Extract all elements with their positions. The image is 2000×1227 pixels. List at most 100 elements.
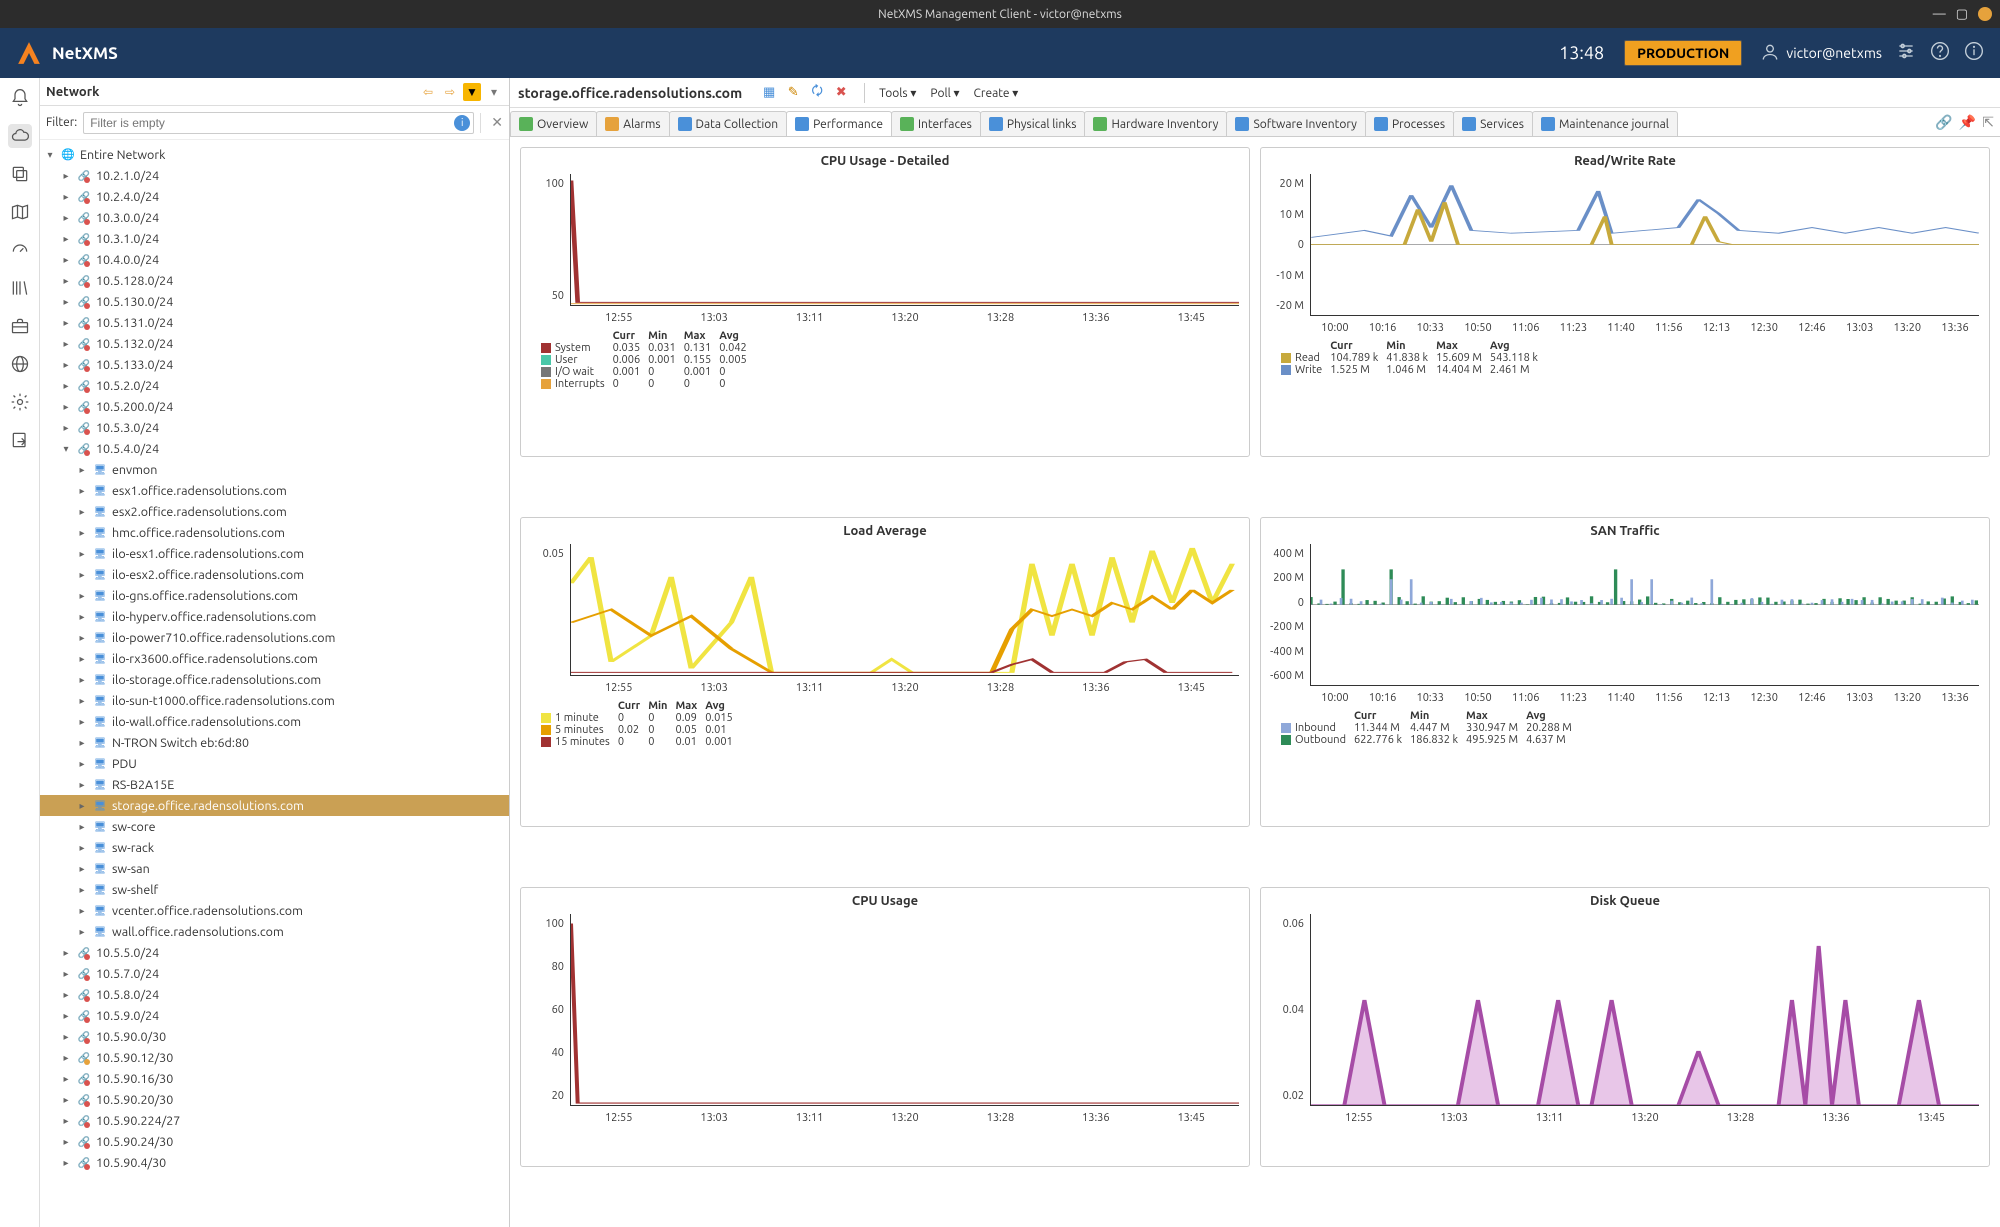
tree-row[interactable]: ▸ 10.5.90.0/30 <box>40 1026 509 1047</box>
tree-row[interactable]: ▸ 10.5.90.12/30 <box>40 1047 509 1068</box>
rail-globe-icon[interactable] <box>8 352 32 376</box>
tree-row[interactable]: ▸ 10.5.90.16/30 <box>40 1068 509 1089</box>
tree-row[interactable]: ▸ 10.5.2.0/24 <box>40 375 509 396</box>
tree-row[interactable]: ▸ 10.5.7.0/24 <box>40 963 509 984</box>
rail-gear-icon[interactable] <box>8 390 32 414</box>
minimize-button[interactable]: — <box>1933 7 1946 22</box>
tree-row[interactable]: ▸ sw-rack <box>40 837 509 858</box>
back-arrow-icon[interactable]: ⇦ <box>419 83 437 101</box>
tree-row[interactable]: ▸ ilo-storage.office.radensolutions.com <box>40 669 509 690</box>
filter-input[interactable] <box>83 112 474 134</box>
info-icon[interactable] <box>1964 41 1984 65</box>
tree-row[interactable]: ▸ 10.3.0.0/24 <box>40 207 509 228</box>
tree-row[interactable]: ▸ ilo-hyperv.office.radensolutions.com <box>40 606 509 627</box>
rail-bell-icon[interactable] <box>8 86 32 110</box>
tree-row[interactable]: ▸ sw-core <box>40 816 509 837</box>
filter-icon[interactable]: ▼ <box>463 83 481 101</box>
tree-row[interactable]: ▸ wall.office.radensolutions.com <box>40 921 509 942</box>
tab[interactable]: Hardware Inventory <box>1084 111 1227 136</box>
tree-row[interactable]: ▸ sw-san <box>40 858 509 879</box>
filter-info-icon[interactable]: i <box>454 115 470 131</box>
tree-row[interactable]: ▸ 10.5.5.0/24 <box>40 942 509 963</box>
tree-row[interactable]: ▸ ilo-power710.office.radensolutions.com <box>40 627 509 648</box>
tab[interactable]: Processes <box>1365 111 1454 136</box>
rail-briefcase-icon[interactable] <box>8 314 32 338</box>
tab[interactable]: Software Inventory <box>1226 111 1366 136</box>
rail-copy-icon[interactable] <box>8 162 32 186</box>
tree-row[interactable]: ▸ 10.5.8.0/24 <box>40 984 509 1005</box>
tree-row[interactable]: ▸ envmon <box>40 459 509 480</box>
tree-row[interactable]: ▸ 10.5.131.0/24 <box>40 312 509 333</box>
tree-row[interactable]: ▸ 10.5.133.0/24 <box>40 354 509 375</box>
delete-icon[interactable]: ✖ <box>832 84 850 102</box>
tree-row[interactable]: ▸ 10.5.128.0/24 <box>40 270 509 291</box>
tree-row[interactable]: ▸ sw-shelf <box>40 879 509 900</box>
edit-icon[interactable]: ✎ <box>784 84 802 102</box>
tree-row[interactable]: ▸ 10.5.9.0/24 <box>40 1005 509 1026</box>
popout-icon[interactable]: ⇱ <box>1982 114 1994 131</box>
tree-row[interactable]: ▸ N-TRON Switch eb:6d:80 <box>40 732 509 753</box>
close-button[interactable] <box>1978 7 1992 21</box>
rail-export-icon[interactable] <box>8 428 32 452</box>
tree-row[interactable]: ▸ esx1.office.radensolutions.com <box>40 480 509 501</box>
rail-cloud-icon[interactable] <box>8 124 32 148</box>
tree-row[interactable]: ▸ ilo-rx3600.office.radensolutions.com <box>40 648 509 669</box>
tree-row[interactable]: ▸ 10.2.1.0/24 <box>40 165 509 186</box>
tab[interactable]: Overview <box>510 111 597 136</box>
plot[interactable] <box>570 914 1239 1106</box>
table-icon[interactable]: ▦ <box>760 84 778 102</box>
user-menu[interactable]: victor@netxms <box>1760 42 1882 65</box>
tree-row[interactable]: ▸ hmc.office.radensolutions.com <box>40 522 509 543</box>
plot[interactable] <box>1310 544 1979 686</box>
tree-row[interactable]: ▸ 10.5.90.24/30 <box>40 1131 509 1152</box>
plot[interactable] <box>570 544 1239 676</box>
pin-icon[interactable]: 📌 <box>1959 114 1976 131</box>
rail-map-icon[interactable] <box>8 200 32 224</box>
tree-row[interactable]: ▸ 10.5.90.20/30 <box>40 1089 509 1110</box>
tree-row[interactable]: ▸ 10.5.90.224/27 <box>40 1110 509 1131</box>
menu-chevron-icon[interactable]: ▾ <box>485 83 503 101</box>
tree-row[interactable]: ▸ ilo-wall.office.radensolutions.com <box>40 711 509 732</box>
plot[interactable] <box>1310 914 1979 1106</box>
tree-row[interactable]: ▾ 10.5.4.0/24 <box>40 438 509 459</box>
tree-row[interactable]: ▸ vcenter.office.radensolutions.com <box>40 900 509 921</box>
tree-row[interactable]: ▸ storage.office.radensolutions.com <box>40 795 509 816</box>
tab[interactable]: Data Collection <box>669 111 788 136</box>
link-icon[interactable]: 🔗 <box>1935 114 1952 131</box>
tree-row[interactable]: ▸ PDU <box>40 753 509 774</box>
tree-row[interactable]: ▾ 🌐 Entire Network <box>40 144 509 165</box>
tree-row[interactable]: ▸ ilo-esx2.office.radensolutions.com <box>40 564 509 585</box>
plot[interactable] <box>570 174 1239 306</box>
tree-row[interactable]: ▸ 10.5.132.0/24 <box>40 333 509 354</box>
tree-row[interactable]: ▸ 10.5.200.0/24 <box>40 396 509 417</box>
filter-clear-icon[interactable]: ✕ <box>491 114 503 131</box>
network-tree[interactable]: ▾ 🌐 Entire Network ▸ 10.2.1.0/24 ▸ 10.2.… <box>40 140 509 1227</box>
plot[interactable] <box>1310 174 1979 316</box>
tab[interactable]: Alarms <box>596 111 669 136</box>
fwd-arrow-icon[interactable]: ⇨ <box>441 83 459 101</box>
tree-row[interactable]: ▸ ilo-gns.office.radensolutions.com <box>40 585 509 606</box>
menu-item[interactable]: Tools ▾ <box>879 86 916 100</box>
tree-row[interactable]: ▸ 10.5.130.0/24 <box>40 291 509 312</box>
settings-icon[interactable] <box>1896 41 1916 65</box>
tree-row[interactable]: ▸ RS-B2A15E <box>40 774 509 795</box>
refresh-icon[interactable]: 🗘 <box>808 84 826 102</box>
tree-row[interactable]: ▸ 10.3.1.0/24 <box>40 228 509 249</box>
menu-item[interactable]: Poll ▾ <box>930 86 959 100</box>
tab[interactable]: Performance <box>786 111 892 136</box>
rail-library-icon[interactable] <box>8 276 32 300</box>
help-icon[interactable] <box>1930 41 1950 65</box>
tree-row[interactable]: ▸ 10.2.4.0/24 <box>40 186 509 207</box>
tab[interactable]: Physical links <box>980 111 1086 136</box>
tree-row[interactable]: ▸ 10.5.3.0/24 <box>40 417 509 438</box>
tab[interactable]: Services <box>1453 111 1533 136</box>
maximize-button[interactable]: ▢ <box>1956 7 1968 22</box>
rail-gauge-icon[interactable] <box>8 238 32 262</box>
tree-row[interactable]: ▸ ilo-sun-t1000.office.radensolutions.co… <box>40 690 509 711</box>
tab[interactable]: Interfaces <box>891 111 981 136</box>
tree-row[interactable]: ▸ esx2.office.radensolutions.com <box>40 501 509 522</box>
tab[interactable]: Maintenance journal <box>1532 111 1678 136</box>
tree-row[interactable]: ▸ 10.4.0.0/24 <box>40 249 509 270</box>
menu-item[interactable]: Create ▾ <box>974 86 1019 100</box>
tree-row[interactable]: ▸ ilo-esx1.office.radensolutions.com <box>40 543 509 564</box>
